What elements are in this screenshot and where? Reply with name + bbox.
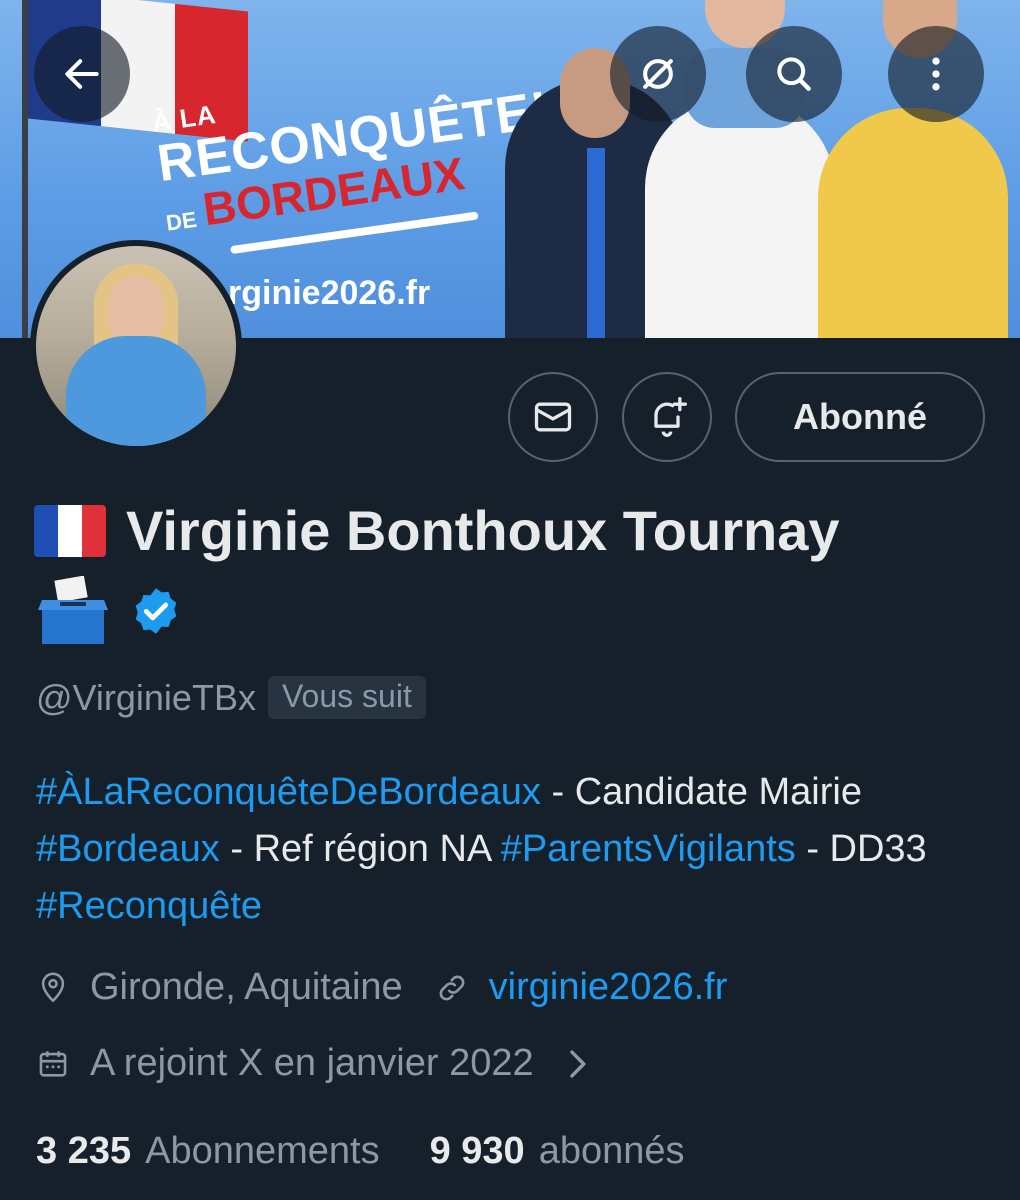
website-link[interactable]: virginie2026.fr (489, 966, 728, 1009)
user-handle: @VirginieTBx (36, 676, 256, 718)
hashtag-link[interactable]: #ParentsVigilants (501, 828, 796, 870)
following-stat[interactable]: 3 235 Abonnements (36, 1130, 380, 1173)
search-button[interactable] (746, 26, 842, 122)
hashtag-link[interactable]: #Bordeaux (36, 828, 220, 870)
envelope-icon (534, 402, 572, 432)
display-name: Virginie Bonthoux Tournay (126, 499, 840, 562)
france-flag-icon (34, 504, 106, 557)
banner-person-2 (645, 0, 835, 338)
following-count: 3 235 (36, 1130, 132, 1172)
ballot-box-icon (38, 576, 108, 644)
bio-text: - DD33 (795, 828, 927, 870)
follow-stats: 3 235 Abonnements 9 930 abonnés (36, 1130, 685, 1173)
following-button[interactable]: Abonné (735, 372, 985, 462)
profile-bio: #ÀLaReconquêteDeBordeaux - Candidate Mai… (36, 764, 1006, 935)
banner-url: rginie2026.fr (228, 274, 431, 312)
avatar[interactable] (30, 240, 242, 452)
display-name-row: Virginie Bonthoux Tournay (34, 498, 840, 563)
search-icon (777, 57, 811, 91)
message-button[interactable] (508, 372, 598, 462)
following-label: Abonnements (145, 1130, 380, 1172)
notifications-button[interactable] (622, 372, 712, 462)
more-vertical-icon (932, 57, 940, 91)
hashtag-link[interactable]: #ÀLaReconquêteDeBordeaux (36, 771, 541, 813)
bio-text: - Ref région NA (219, 828, 501, 870)
more-button[interactable] (888, 26, 984, 122)
followers-count: 9 930 (429, 1130, 525, 1172)
banner-person-3 (818, 0, 1008, 338)
verified-badge-icon[interactable] (130, 585, 182, 637)
chevron-right-icon (569, 1049, 586, 1078)
bio-text: - Candidate Mairie (540, 771, 862, 813)
bell-plus-icon (654, 397, 687, 437)
handle-row: @VirginieTBx Vous suit (36, 676, 426, 719)
calendar-icon (39, 1050, 67, 1077)
location-website-row: Gironde, Aquitaine virginie2026.fr (36, 966, 727, 1009)
hashtag-link[interactable]: #Reconquête (36, 885, 262, 927)
joined-text: A rejoint X en janvier 2022 (90, 1042, 534, 1084)
arrow-left-icon (65, 59, 99, 89)
followers-label: abonnés (538, 1130, 685, 1172)
link-icon (439, 975, 465, 1000)
location-text: Gironde, Aquitaine (90, 966, 403, 1008)
joined-row[interactable]: A rejoint X en janvier 2022 (36, 1042, 614, 1085)
location-pin-icon (41, 972, 65, 1002)
followers-stat[interactable]: 9 930 abonnés (430, 1130, 685, 1173)
back-button[interactable] (34, 26, 130, 122)
avatar-image (36, 246, 236, 446)
follows-you-badge: Vous suit (267, 676, 426, 719)
grok-icon (643, 59, 673, 89)
name-badges-row (36, 576, 182, 646)
grok-button[interactable] (610, 26, 706, 122)
